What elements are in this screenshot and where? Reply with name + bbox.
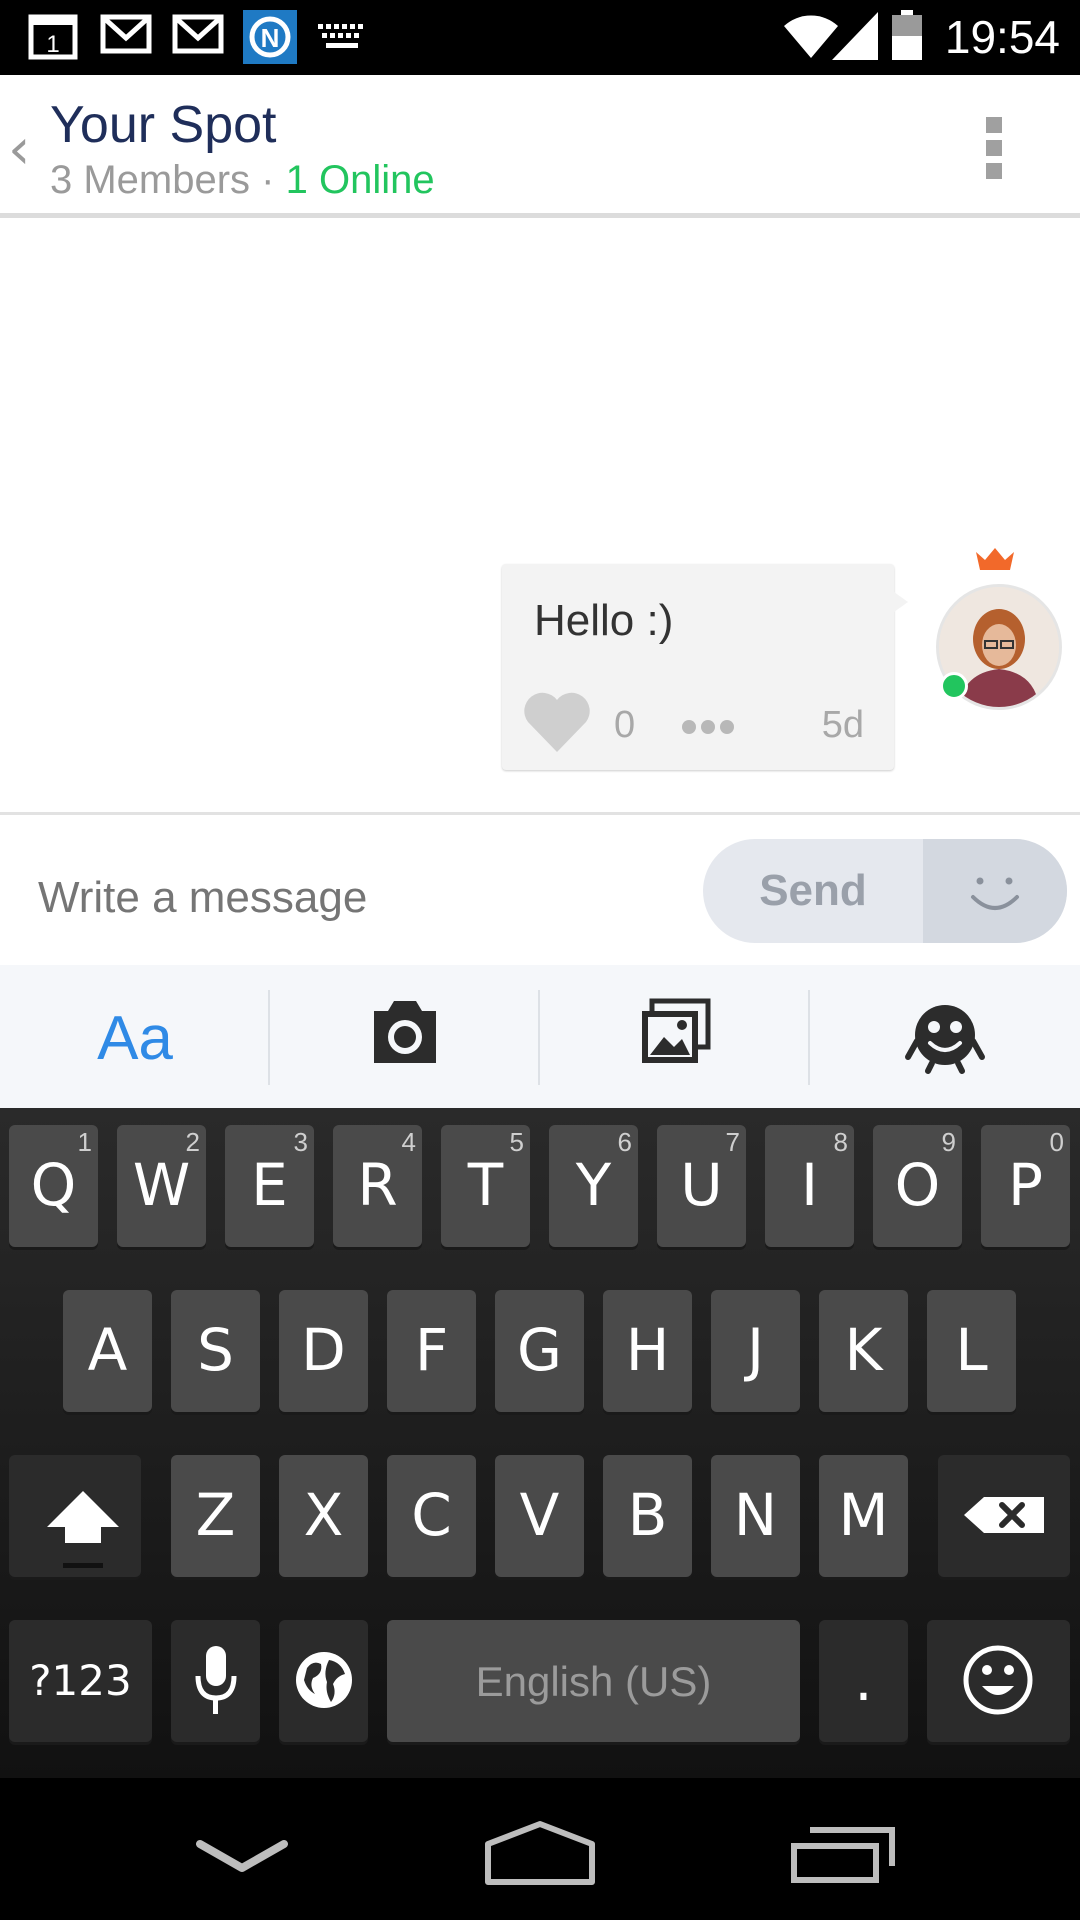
back-chevron-icon[interactable]: ‹	[8, 117, 30, 182]
camera-icon	[374, 1001, 436, 1063]
keyboard-icon	[318, 24, 363, 48]
text-format-label: Aa	[97, 1004, 173, 1073]
online-count: 1 Online	[285, 158, 435, 202]
key-k[interactable]: K	[819, 1290, 908, 1412]
chat-subtitle[interactable]: 3 Members · 1 Online	[50, 158, 435, 203]
attachment-toolbar: Aa	[0, 965, 1080, 1108]
key-m[interactable]: M	[819, 1455, 908, 1577]
chat-title[interactable]: Your Spot	[50, 95, 276, 155]
space-key[interactable]: English (US)	[387, 1620, 800, 1742]
key-c[interactable]: C	[387, 1455, 476, 1577]
gmail-icon	[100, 14, 152, 54]
key-p[interactable]: 0P	[981, 1125, 1070, 1247]
text-format-button[interactable]: Aa	[0, 965, 270, 1108]
svg-text:1: 1	[46, 31, 59, 58]
key-e[interactable]: 3E	[225, 1125, 314, 1247]
app-notification-icon: N	[243, 10, 297, 64]
backspace-key[interactable]	[938, 1455, 1070, 1577]
back-nav-icon[interactable]	[196, 1838, 288, 1878]
message-input[interactable]	[36, 867, 660, 929]
period-key[interactable]: .	[819, 1620, 908, 1742]
status-bar: 1 N 19:54	[0, 0, 1080, 75]
subtitle-separator: ·	[250, 158, 286, 202]
online-indicator	[940, 672, 968, 700]
key-a[interactable]: A	[63, 1290, 152, 1412]
message-composer: Send	[0, 815, 1080, 965]
key-r[interactable]: 4R	[333, 1125, 422, 1247]
key-h[interactable]: H	[603, 1290, 692, 1412]
shift-arrow-icon	[47, 1491, 119, 1568]
key-b[interactable]: B	[603, 1455, 692, 1577]
home-nav-icon[interactable]	[484, 1820, 596, 1886]
message-bubble[interactable]: Hello :) 0 5d	[502, 564, 908, 770]
send-group: Send	[703, 839, 1067, 943]
symbols-key[interactable]: ?123	[9, 1620, 152, 1742]
gmail-icon	[172, 14, 224, 54]
key-j[interactable]: J	[711, 1290, 800, 1412]
camera-button[interactable]	[270, 965, 540, 1108]
key-x[interactable]: X	[279, 1455, 368, 1577]
message-text: Hello :)	[534, 596, 674, 645]
key-y[interactable]: 6Y	[549, 1125, 638, 1247]
emoji-button[interactable]	[923, 839, 1067, 943]
key-v[interactable]: V	[495, 1455, 584, 1577]
recents-nav-icon[interactable]	[790, 1826, 896, 1886]
soft-keyboard: 1Q 2W 3E 4R 5T 6Y 7U 8I 9O 0P A S D F G …	[0, 1108, 1080, 1778]
smile-icon	[971, 877, 1019, 910]
key-s[interactable]: S	[171, 1290, 260, 1412]
more-options-icon[interactable]	[682, 720, 739, 739]
backspace-icon	[964, 1497, 1044, 1533]
microphone-icon	[195, 1646, 237, 1714]
clock: 19:54	[944, 11, 1060, 63]
key-l[interactable]: L	[927, 1290, 1016, 1412]
header-divider	[0, 213, 1080, 218]
send-button[interactable]: Send	[703, 839, 923, 943]
key-f[interactable]: F	[387, 1290, 476, 1412]
like-count: 0	[614, 704, 636, 746]
calendar-icon: 1	[28, 14, 78, 60]
members-count: 3 Members	[50, 158, 251, 202]
stickers-button[interactable]	[810, 965, 1080, 1108]
key-t[interactable]: 5T	[441, 1125, 530, 1247]
globe-icon	[296, 1652, 352, 1708]
key-n[interactable]: N	[711, 1455, 800, 1577]
crown-icon	[976, 548, 1014, 570]
key-d[interactable]: D	[279, 1290, 368, 1412]
shift-key[interactable]	[9, 1455, 141, 1577]
key-z[interactable]: Z	[171, 1455, 260, 1577]
overflow-menu-icon[interactable]	[986, 117, 1004, 179]
sticker-monster-icon	[905, 1005, 985, 1074]
gallery-button[interactable]	[540, 965, 810, 1108]
heart-icon[interactable]	[522, 692, 592, 754]
signal-icon	[832, 12, 878, 60]
key-w[interactable]: 2W	[117, 1125, 206, 1247]
key-o[interactable]: 9O	[873, 1125, 962, 1247]
key-g[interactable]: G	[495, 1290, 584, 1412]
key-u[interactable]: 7U	[657, 1125, 746, 1247]
chat-header: ‹ Your Spot 3 Members · 1 Online	[0, 75, 1080, 217]
message-timestamp: 5d	[821, 704, 864, 746]
navigation-bar	[0, 1778, 1080, 1920]
battery-icon	[892, 10, 922, 60]
emoji-key[interactable]	[927, 1620, 1070, 1742]
language-key[interactable]	[279, 1620, 368, 1742]
key-q[interactable]: 1Q	[9, 1125, 98, 1247]
svg-text:N: N	[261, 23, 280, 53]
key-i[interactable]: 8I	[765, 1125, 854, 1247]
emoji-face-icon	[963, 1645, 1033, 1715]
mic-key[interactable]	[171, 1620, 260, 1742]
gallery-icon	[642, 998, 711, 1063]
